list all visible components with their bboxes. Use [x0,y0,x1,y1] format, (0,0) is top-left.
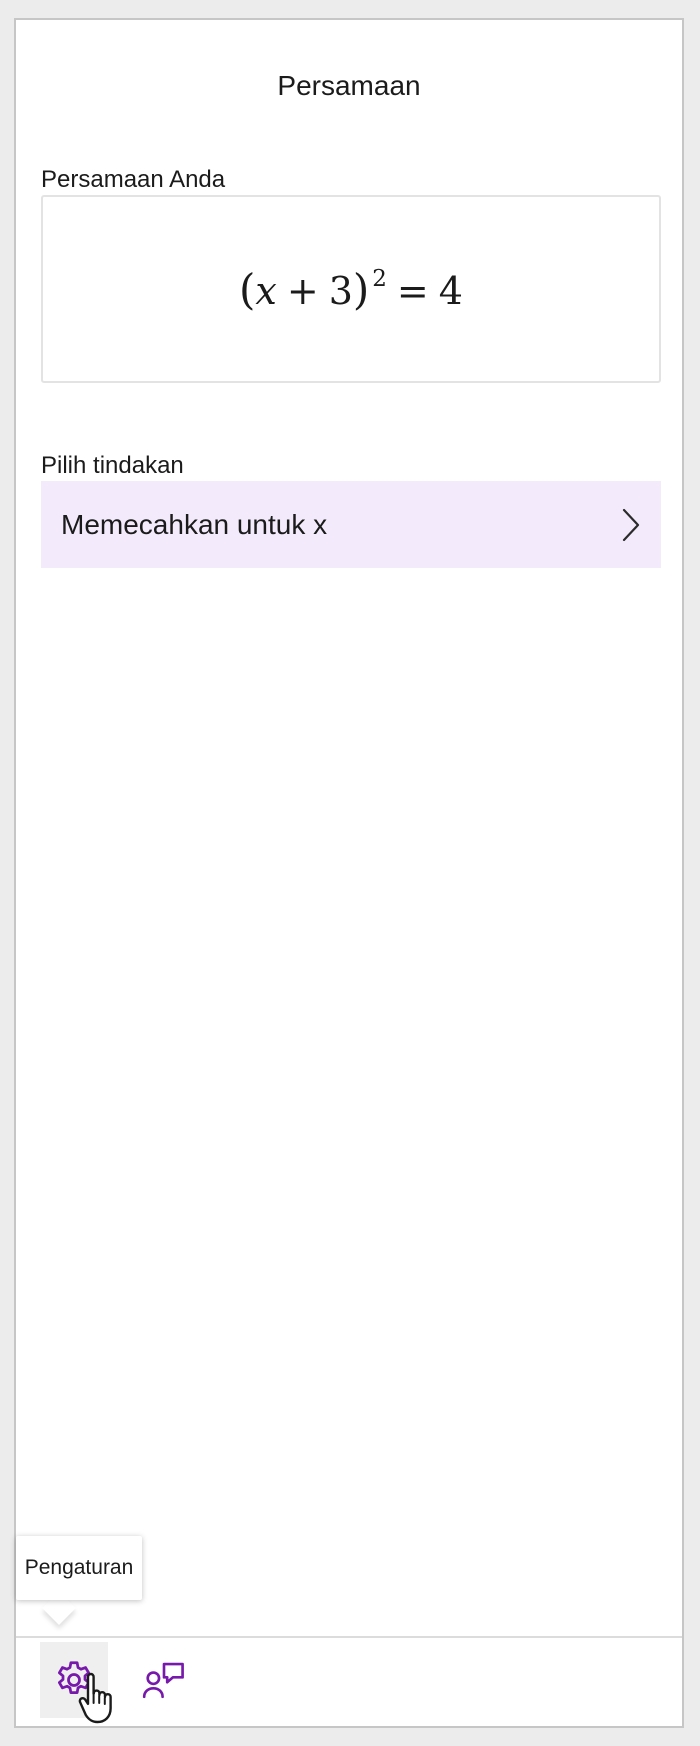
equation-constant: 3 [328,268,353,313]
equation-variable: x [255,268,277,313]
pane-title: Persamaan [277,70,421,101]
bottom-toolbar [16,1636,682,1726]
your-equation-label: Persamaan Anda [41,166,226,193]
equation-display: ( x + 3 ) 2 = 4 [41,195,661,383]
equation-equals: = [396,268,429,313]
equation-expression: ( x + 3 ) 2 = 4 [239,265,463,314]
equation-open-paren: ( [239,264,256,314]
feedback-button[interactable] [130,1642,198,1718]
action-solve-for-x[interactable]: Memecahkan untuk x [41,481,661,568]
equation-rhs: 4 [438,268,463,313]
feedback-icon [142,1662,184,1699]
choose-action-label: Pilih tindakan [41,452,184,479]
settings-tooltip: Pengaturan [16,1536,142,1600]
chevron-right-icon [622,508,640,541]
hand-cursor-icon [78,1672,112,1724]
math-pane: Persamaan Persamaan Anda ( x + 3 ) 2 = 4… [14,18,684,1728]
action-label: Memecahkan untuk x [61,508,328,540]
equation-close-paren: ) [352,264,370,314]
equation-exponent: 2 [372,265,387,292]
equation-plus: + [286,268,319,313]
